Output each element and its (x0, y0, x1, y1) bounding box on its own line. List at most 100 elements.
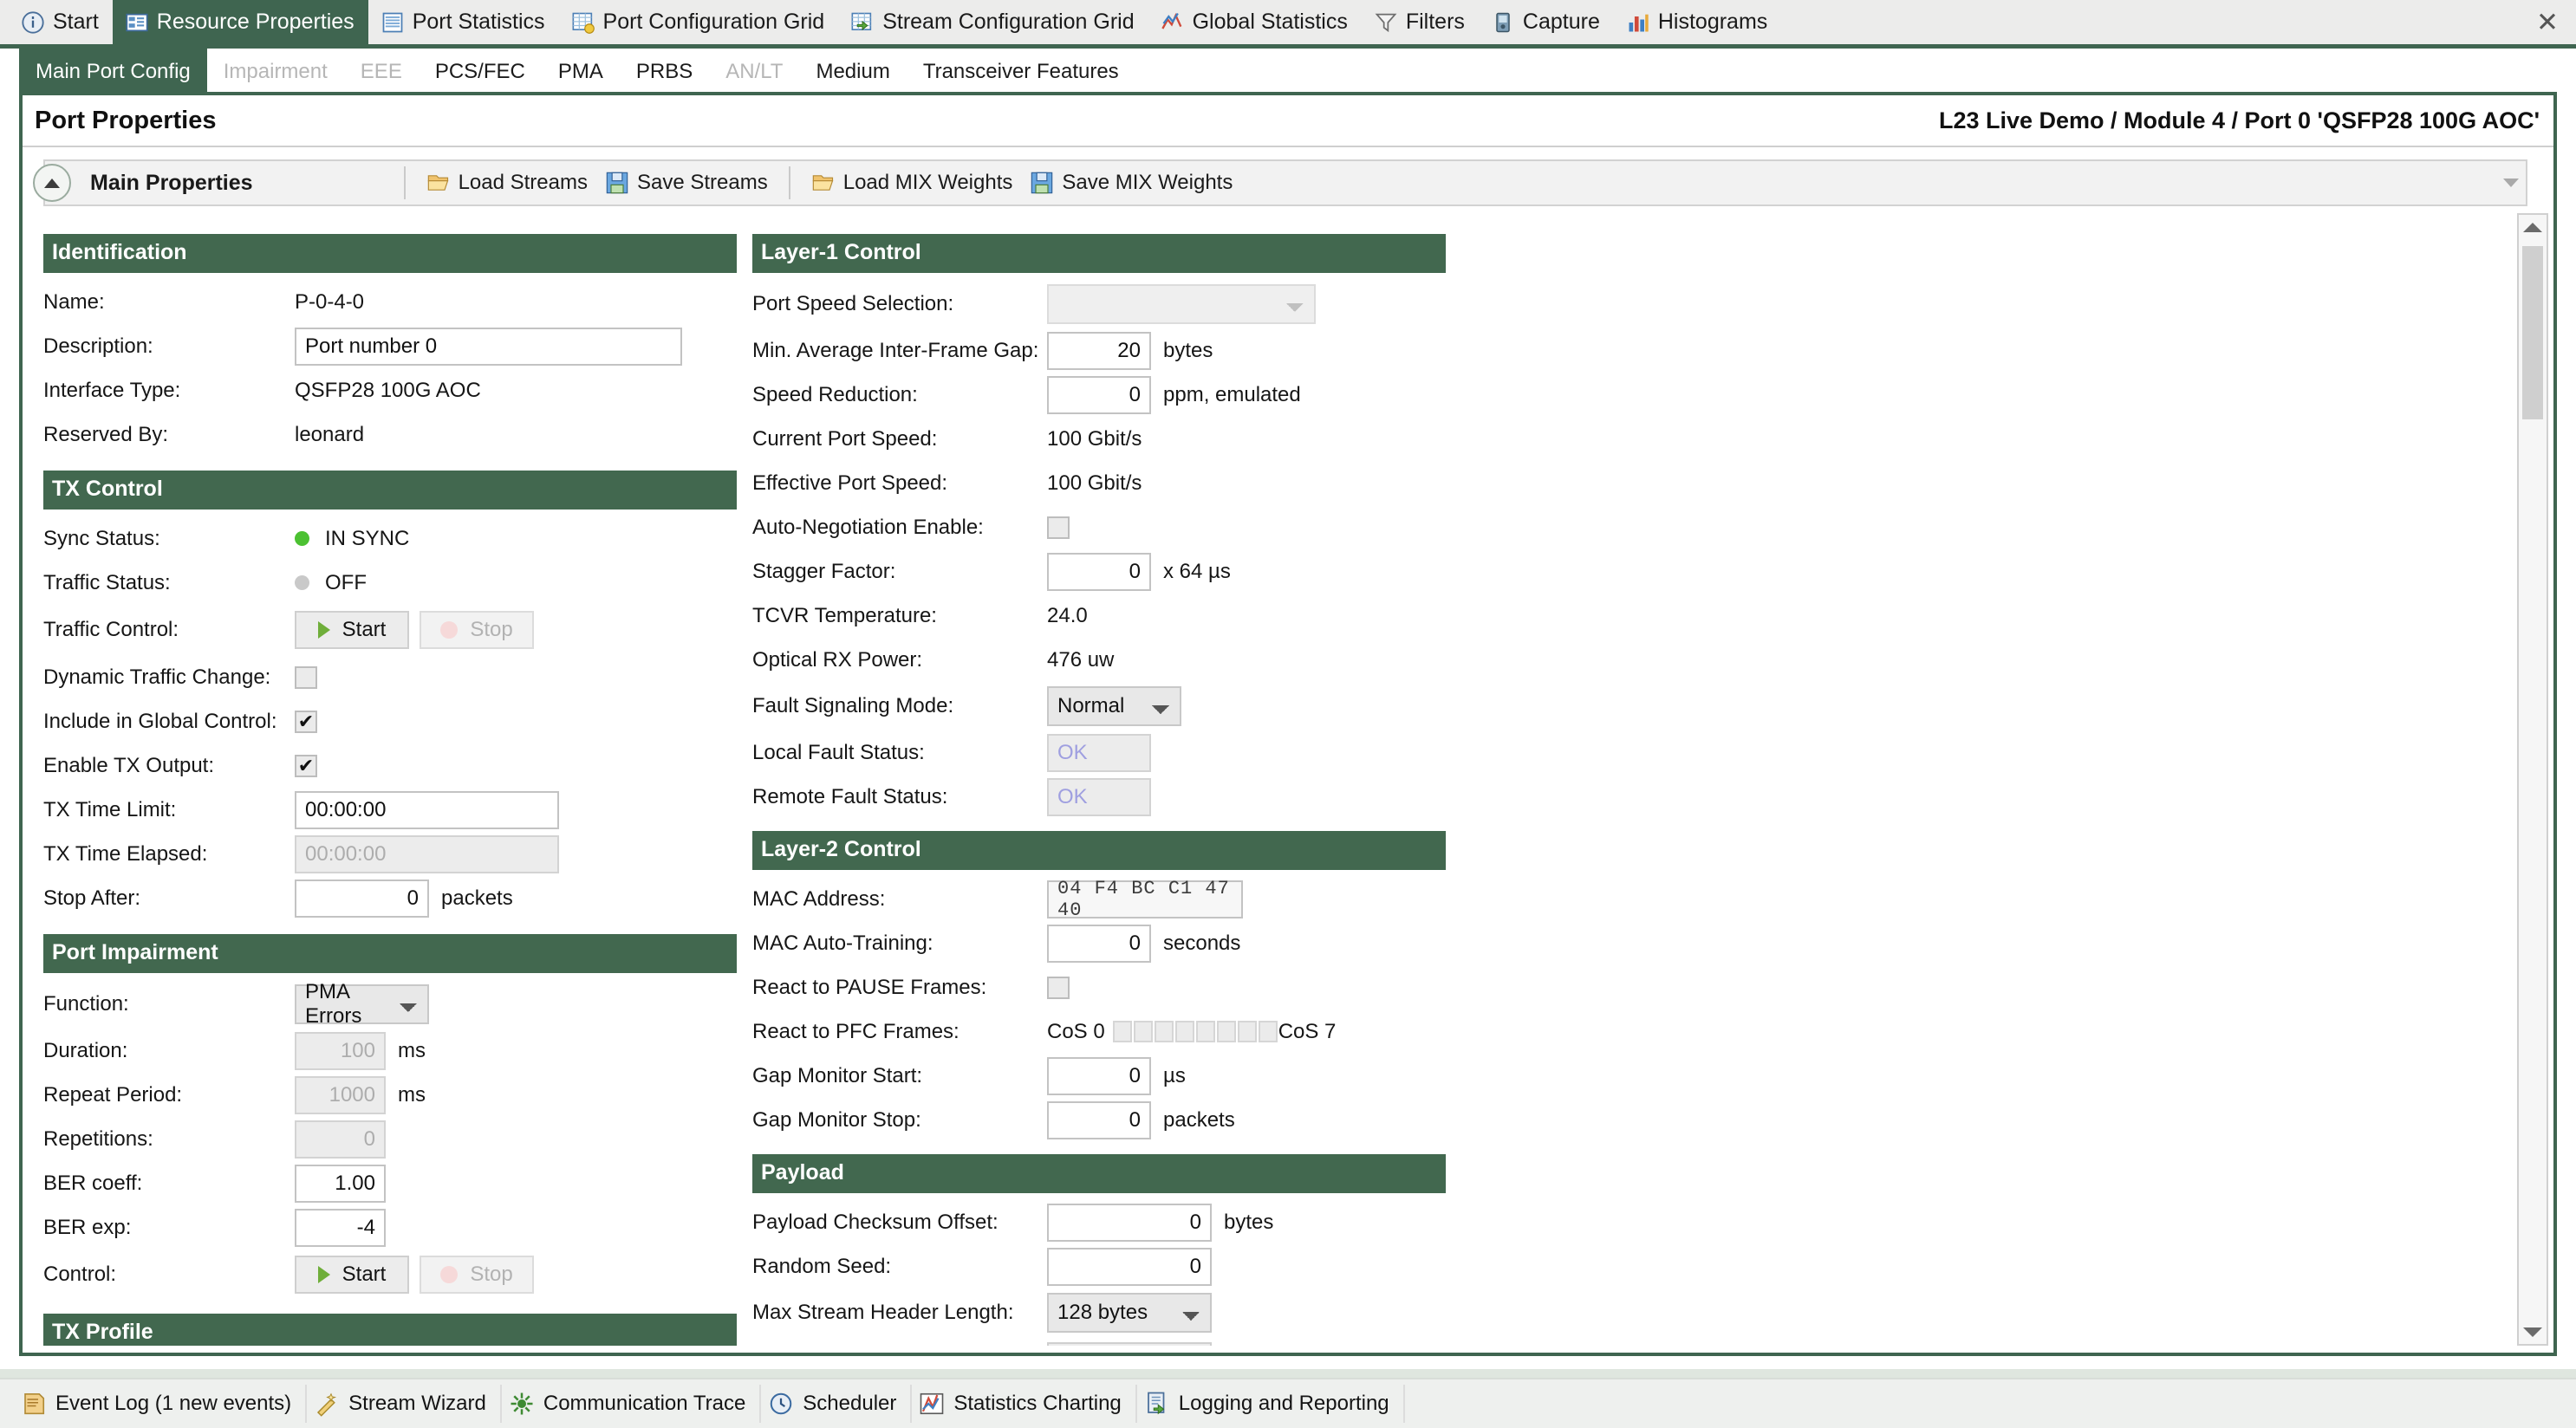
cos-2-checkbox[interactable] (1154, 1021, 1174, 1042)
impairment-stop-button[interactable]: Stop (420, 1256, 534, 1294)
save-mix-weights-button[interactable]: Save MIX Weights (1021, 171, 1241, 195)
gap-monitor-stop-label: Gap Monitor Stop: (752, 1107, 921, 1132)
status-bar-item-scheduler[interactable]: Scheduler (761, 1385, 913, 1423)
row-react-pfc: React to PFC Frames: CoS 0 CoS 7 (752, 1009, 1446, 1054)
ber-coeff-input[interactable] (295, 1164, 386, 1203)
cos-0-checkbox[interactable] (1112, 1021, 1132, 1042)
random-seed-input[interactable] (1047, 1247, 1212, 1286)
stop-after-input[interactable] (295, 879, 429, 918)
auto-negotiation-checkbox[interactable] (1047, 516, 1070, 539)
row-random-seed: Random Seed: (752, 1244, 1446, 1288)
max-stream-header-length-select[interactable]: 128 bytes (1047, 1293, 1212, 1333)
impairment-control-label: Control: (43, 1262, 117, 1286)
status-bar-item-communication-trace[interactable]: Communication Trace (502, 1385, 762, 1423)
main-tab-capture[interactable]: Capture (1479, 0, 1614, 44)
sub-tab-pma[interactable]: PMA (542, 49, 620, 95)
mac-address-input[interactable]: 04 F4 BC C1 47 40 (1047, 878, 1243, 921)
main-tab-global-statistics[interactable]: Global Statistics (1148, 0, 1362, 44)
gap-monitor-start-input[interactable] (1047, 1056, 1151, 1095)
status-bar-item-statistics-charting[interactable]: Statistics Charting (912, 1385, 1137, 1423)
set-weights-button[interactable]: Set Weights (1047, 1342, 1212, 1346)
main-tab-label: Start (53, 10, 99, 34)
cos-3-checkbox[interactable] (1174, 1021, 1194, 1042)
main-tab-label: Port Statistics (412, 10, 545, 34)
gap-monitor-start-unit: µs (1163, 1063, 1186, 1087)
mac-auto-training-input[interactable] (1047, 924, 1151, 963)
main-tab-list: Start Resource Properties Port Statistics P… (0, 0, 2576, 44)
filter-icon (1375, 13, 1397, 32)
dynamic-traffic-change-checkbox[interactable] (295, 665, 317, 689)
max-stream-header-length-label: Max Stream Header Length: (752, 1301, 1014, 1324)
row-traffic-status: Traffic Status: OFF (43, 561, 737, 605)
main-tab-filters[interactable]: Filters (1362, 0, 1479, 44)
row-port-speed-selection: Port Speed Selection: (752, 280, 1446, 328)
sub-tab-main-port-config[interactable]: Main Port Config (19, 49, 207, 95)
traffic-start-label: Start (342, 618, 387, 641)
main-tab-resource-properties[interactable]: Resource Properties (112, 0, 368, 44)
cos-min-label: CoS 0 (1047, 1019, 1105, 1043)
cos-1-checkbox[interactable] (1133, 1021, 1153, 1042)
main-tab-histograms[interactable]: Histograms (1614, 0, 1781, 44)
status-bar-item-logging-and-reporting[interactable]: Logging and Reporting (1137, 1385, 1405, 1423)
status-bar-item-event-log-1-new-events[interactable]: Event Log (1 new events) (14, 1385, 308, 1423)
sub-tab-medium[interactable]: Medium (799, 49, 906, 95)
impairment-function-label: Function: (43, 992, 129, 1016)
cos-4-checkbox[interactable] (1195, 1021, 1215, 1042)
main-tab-start[interactable]: Start (9, 0, 113, 44)
cos-5-checkbox[interactable] (1216, 1021, 1236, 1042)
save-streams-button[interactable]: Save Streams (596, 171, 777, 195)
left-column: Identification Name: P-0-4-0 Description… (43, 234, 737, 1346)
description-input[interactable] (295, 327, 682, 366)
scroll-up-arrow-icon[interactable] (2519, 215, 2547, 239)
row-sync-status: Sync Status: IN SYNC (43, 516, 737, 561)
row-impairment-function: Function: PMA Errors (43, 980, 737, 1029)
scrollbar-thumb[interactable] (2522, 246, 2543, 419)
ber-exp-input[interactable] (295, 1208, 386, 1247)
row-impairment-repeat-period: Repeat Period: ms (43, 1073, 737, 1117)
react-to-pause-frames-checkbox[interactable] (1047, 976, 1070, 999)
load-mix-weights-button[interactable]: Load MIX Weights (803, 171, 1022, 195)
traffic-stop-button[interactable]: Stop (420, 611, 534, 649)
cos-7-checkbox[interactable] (1258, 1021, 1278, 1042)
floppy-disk-icon (1031, 172, 1053, 194)
toolbar-overflow-chevron-down-icon[interactable] (2503, 178, 2519, 187)
traffic-start-button[interactable]: Start (295, 611, 409, 649)
payload-checksum-offset-input[interactable] (1047, 1203, 1212, 1242)
name-label: Name: (43, 289, 105, 314)
main-tab-port-configuration-grid[interactable]: Port Configuration Grid (559, 0, 839, 44)
fault-signaling-mode-select[interactable]: Normal (1047, 686, 1181, 726)
collapse-toggle-icon[interactable] (33, 164, 71, 202)
sub-tab-prbs[interactable]: PRBS (620, 49, 709, 95)
enable-tx-output-label: Enable TX Output: (43, 753, 215, 777)
stagger-factor-input[interactable] (1047, 552, 1151, 591)
gap-monitor-stop-input[interactable] (1047, 1100, 1151, 1139)
enable-tx-output-checkbox[interactable]: ✔ (295, 754, 317, 777)
sub-tab-transceiver-features[interactable]: Transceiver Features (907, 49, 1135, 95)
tx-time-limit-input[interactable] (295, 790, 559, 829)
impairment-function-select[interactable]: PMA Errors (295, 980, 429, 1028)
speed-reduction-input[interactable] (1047, 375, 1151, 414)
row-optical-rx-power: Optical RX Power: 476 uw (752, 638, 1446, 682)
main-tab-port-statistics[interactable]: Port Statistics (368, 0, 559, 44)
description-label: Description: (43, 334, 153, 358)
include-in-global-control-checkbox[interactable]: ✔ (295, 710, 317, 733)
status-bar-item-stream-wizard[interactable]: Stream Wizard (307, 1385, 502, 1423)
scroll-down-arrow-icon[interactable] (2519, 1320, 2547, 1344)
sub-tab-pcs-fec[interactable]: PCS/FEC (419, 49, 542, 95)
impairment-start-button[interactable]: Start (295, 1256, 409, 1294)
main-tab-stream-configuration-grid[interactable]: Stream Configuration Grid (838, 0, 1148, 44)
main-tab-label: Resource Properties (156, 10, 355, 34)
main-tab-label: Histograms (1657, 10, 1768, 34)
stream-config-grid-icon (851, 12, 872, 30)
close-icon[interactable]: ✕ (2533, 9, 2562, 38)
port-properties-panel: Port Properties L23 Live Demo / Module 4… (19, 95, 2557, 1356)
cos-6-checkbox[interactable] (1237, 1021, 1257, 1042)
speed-reduction-unit: ppm, emulated (1163, 382, 1301, 406)
breadcrumb: L23 Live Demo / Module 4 / Port 0 'QSFP2… (1938, 107, 2540, 133)
row-speed-reduction: Speed Reduction: ppm, emulated (752, 373, 1446, 417)
ifg-input[interactable] (1047, 331, 1151, 370)
main-properties-toolbar: Main Properties Load Streams Save Stream… (33, 159, 2527, 206)
load-streams-button[interactable]: Load Streams (418, 171, 596, 195)
vertical-scrollbar[interactable] (2517, 213, 2548, 1346)
port-speed-selection-select[interactable] (1047, 284, 1316, 324)
